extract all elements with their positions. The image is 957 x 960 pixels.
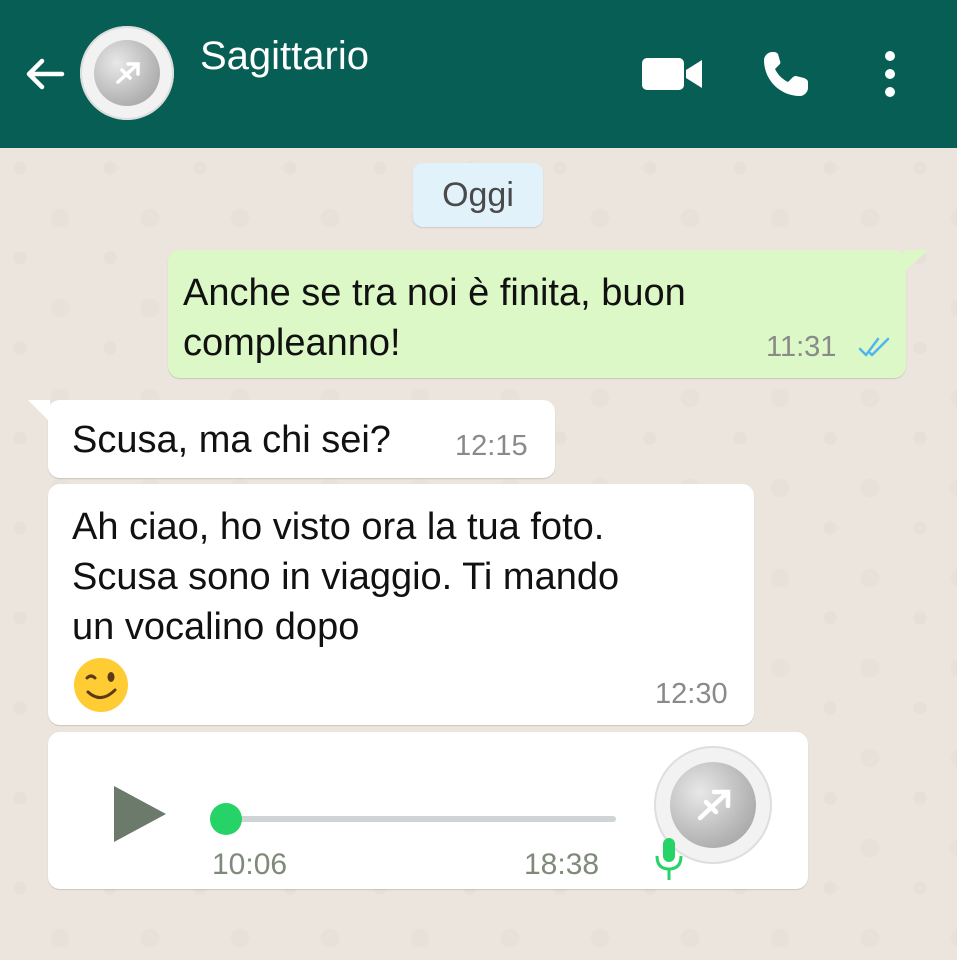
voice-position: 10:06 xyxy=(212,848,288,881)
back-arrow-icon[interactable] xyxy=(22,52,66,96)
message-time: 12:30 xyxy=(655,678,728,710)
message-text: Ah ciao, ho visto ora la tua foto. Scusa… xyxy=(72,506,620,648)
winking-face-emoji-icon xyxy=(74,658,128,712)
message-time: 11:31 xyxy=(766,331,837,363)
outgoing-message[interactable]: Anche se tra noi è finita, buon complean… xyxy=(168,250,928,378)
voice-seek-handle[interactable] xyxy=(210,803,242,835)
voice-message[interactable]: 10:06 18:38 xyxy=(48,732,808,889)
voice-duration: 18:38 xyxy=(524,848,600,881)
more-options-icon[interactable] xyxy=(878,48,902,100)
message-text: Scusa, ma chi sei? xyxy=(72,419,391,461)
microphone-icon xyxy=(655,838,683,880)
incoming-message[interactable]: Ah ciao, ho visto ora la tua foto. Scusa… xyxy=(48,484,754,725)
read-receipt-icon xyxy=(858,337,890,357)
message-time: 12:15 xyxy=(455,430,528,462)
contact-avatar[interactable] xyxy=(80,26,174,120)
contact-name[interactable]: Sagittario xyxy=(200,34,369,79)
sagittarius-symbol-icon xyxy=(116,62,140,84)
message-text: Anche se tra noi è finita, buon complean… xyxy=(183,272,686,364)
incoming-message[interactable]: Scusa, ma chi sei? 12:15 xyxy=(28,400,555,478)
play-icon[interactable] xyxy=(110,784,168,844)
voice-progress-track[interactable] xyxy=(214,816,616,822)
video-call-icon[interactable] xyxy=(640,54,704,94)
chat-header: Sagittario xyxy=(0,0,957,148)
date-chip: Oggi xyxy=(413,163,543,227)
phone-call-icon[interactable] xyxy=(758,46,814,102)
